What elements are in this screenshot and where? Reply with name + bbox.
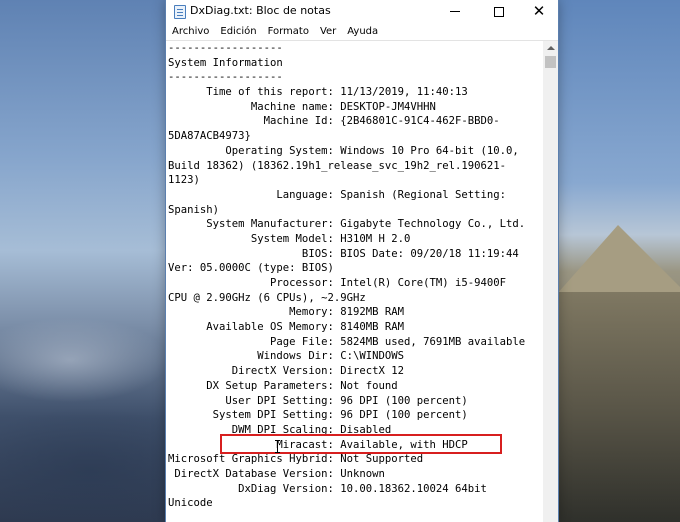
text-line: System Model: H310M H 2.0 (168, 232, 411, 245)
text-line: System Manufacturer: Gigabyte Technology… (168, 218, 526, 231)
text-line: System DPI Setting: 96 DPI (100 percent) (168, 409, 468, 422)
close-icon: ✕ (532, 2, 546, 20)
maximize-button[interactable] (482, 0, 516, 23)
text-line: 5DA87ACB4973} (168, 130, 251, 143)
wallpaper-slope (556, 292, 680, 522)
text-line: ------------------ (168, 42, 283, 54)
chevron-up-icon (546, 46, 555, 50)
vertical-scrollbar[interactable] (543, 41, 558, 522)
menu-formato[interactable]: Formato (263, 23, 314, 41)
text-line: Memory: 8192MB RAM (168, 306, 404, 319)
text-line: Processor: Intel(R) Core(TM) i5-9400F (168, 277, 507, 289)
notepad-icon (174, 5, 186, 19)
text-line: Machine Id: {2B46801C-91C4-462F-BBD0- (168, 115, 500, 128)
menu-bar: Archivo Edición Formato Ver Ayuda (166, 23, 558, 41)
minimize-button[interactable] (438, 0, 472, 23)
window-title: DxDiag.txt: Bloc de notas (190, 4, 331, 17)
text-line: DX Setup Parameters: Not found (168, 379, 398, 392)
title-bar[interactable]: DxDiag.txt: Bloc de notas ✕ (166, 0, 558, 23)
wallpaper-peak (556, 225, 680, 295)
scroll-thumb[interactable] (545, 56, 556, 68)
text-line: System Information (168, 56, 283, 69)
notepad-window: DxDiag.txt: Bloc de notas ✕ Archivo Edic… (166, 0, 558, 522)
menu-ver[interactable]: Ver (315, 23, 341, 41)
text-line: Windows Dir: C:\WINDOWS (168, 350, 404, 363)
minimize-icon (450, 11, 460, 12)
text-line: CPU @ 2.90GHz (6 CPUs), ~2.9GHz (168, 291, 366, 304)
document-text: ------------------ System Information ----… (168, 41, 525, 511)
text-line: Ver: 05.0000C (type: BIOS) (168, 262, 334, 275)
text-line: Miracast: Available, with HDCP (168, 438, 468, 451)
text-line: User DPI Setting: 96 DPI (100 percent) (168, 394, 468, 407)
text-line: Unicode (168, 497, 213, 510)
text-line: DirectX Database Version: Unknown (168, 467, 385, 480)
maximize-icon (494, 6, 504, 17)
text-line: Page File: 5824MB used, 7691MB available (168, 335, 526, 348)
menu-edicion[interactable]: Edición (215, 23, 261, 41)
scroll-up-button[interactable] (543, 41, 558, 55)
text-line: Available OS Memory: 8140MB RAM (168, 321, 404, 334)
text-line: ------------------ (168, 71, 283, 84)
text-editor[interactable]: ------------------ System Information ----… (166, 41, 542, 522)
text-line: 1123) (168, 174, 200, 187)
menu-archivo[interactable]: Archivo (167, 23, 214, 41)
text-line: Spanish) (168, 203, 220, 216)
close-button[interactable]: ✕ (522, 0, 556, 23)
text-line: Microsoft Graphics Hybrid: Not Supported (168, 453, 424, 466)
text-line: DWM DPI Scaling: Disabled (168, 423, 392, 436)
text-line: Language: Spanish (Regional Setting: (168, 188, 507, 201)
text-line: Build 18362) (18362.19h1_release_svc_19h… (168, 159, 507, 172)
text-line: DirectX Version: DirectX 12 (168, 365, 404, 378)
text-line: Time of this report: 11/13/2019, 11:40:1… (168, 86, 468, 99)
text-line: Operating System: Windows 10 Pro 64-bit … (168, 144, 519, 157)
menu-ayuda[interactable]: Ayuda (342, 23, 383, 41)
text-line: DxDiag Version: 10.00.18362.10024 64bit (168, 482, 487, 495)
text-line: Machine name: DESKTOP-JM4VHHN (168, 100, 436, 113)
text-line: BIOS: BIOS Date: 09/20/18 11:19:44 (168, 247, 519, 260)
